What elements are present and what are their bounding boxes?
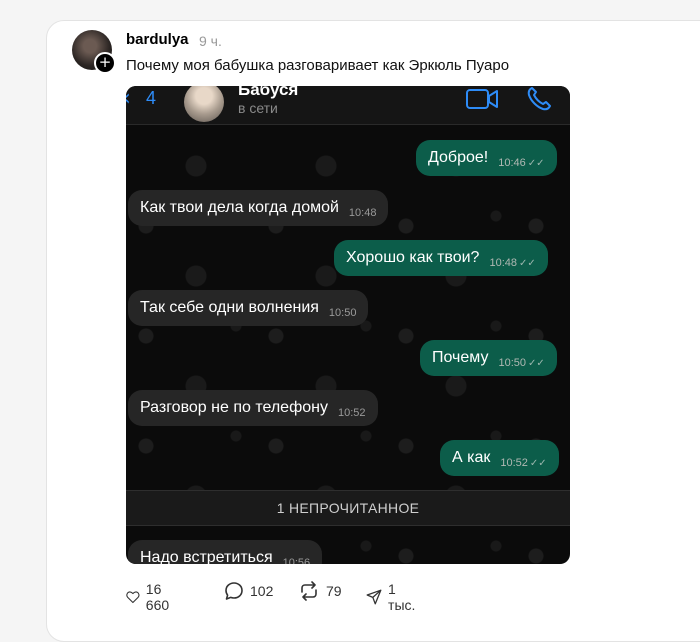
message-text: Почему xyxy=(432,349,489,366)
video-call-icon xyxy=(466,89,498,109)
message-bubble: А как 10:52 ✓✓ xyxy=(440,440,559,476)
username[interactable]: bardulya xyxy=(126,31,189,48)
read-check-icon: ✓✓ xyxy=(527,158,545,169)
contact-status: в сети xyxy=(238,100,278,116)
message-bubble: Как твои дела когда домой 10:48 xyxy=(128,190,389,226)
read-check-icon: ✓✓ xyxy=(529,458,547,469)
message-text: Доброе! xyxy=(428,149,489,166)
share-button[interactable]: 1 тыс. xyxy=(366,581,419,613)
message-text: Разговор не по телефону xyxy=(140,399,328,416)
read-check-icon: ✓✓ xyxy=(528,358,545,369)
post-time: 9 ч. xyxy=(199,33,222,49)
message-bubble: Почему 10:50 ✓✓ xyxy=(420,340,557,376)
repost-icon xyxy=(301,581,317,601)
comment-icon xyxy=(225,582,243,600)
chat-screenshot[interactable]: ‹ 4 Бабуся в сети Доброе!10:46✓✓ Как тво… xyxy=(126,86,570,564)
message-time: 10:52 xyxy=(500,457,528,469)
chat-header: ‹ 4 Бабуся в сети xyxy=(126,86,570,125)
post-text: Почему моя бабушка разговаривает как Эрк… xyxy=(126,57,510,74)
repost-count: 79 xyxy=(326,583,342,599)
like-count: 16 660 xyxy=(145,581,170,613)
message-time: 10:48 xyxy=(489,257,517,269)
contact-name: Бабуся xyxy=(238,86,299,99)
send-icon xyxy=(366,589,382,605)
message-time: 10:52 xyxy=(337,407,366,419)
message-text: Как твои дела когда домой xyxy=(140,199,339,216)
heart-icon xyxy=(126,591,140,604)
message-bubble: Надо встретиться 10:56 xyxy=(128,540,323,564)
read-check-icon: ✓✓ xyxy=(518,258,536,269)
comment-count: 102 xyxy=(250,583,274,599)
comment-button[interactable]: 102 xyxy=(224,581,273,601)
message-text: Так себе одни волнения xyxy=(140,299,319,316)
contact-avatar xyxy=(184,86,224,122)
message-bubble: Доброе! 10:46 ✓✓ xyxy=(416,140,557,176)
message-text: Надо встретиться xyxy=(140,549,273,564)
message-bubble: Так себе одни волнения 10:50 xyxy=(128,290,369,326)
phone-call-icon xyxy=(527,87,551,111)
message-bubble: Разговор не по телефону 10:52 xyxy=(128,390,378,426)
message-bubble: Хорошо как твои? 10:48 ✓✓ xyxy=(334,240,548,276)
follow-plus-icon[interactable]: + xyxy=(94,52,116,74)
message-text: А как xyxy=(452,449,491,466)
message-time: 10:46 xyxy=(498,157,526,169)
avatar[interactable]: + xyxy=(72,30,116,74)
message-time: 10:50 xyxy=(328,307,357,319)
unread-divider: 1 НЕПРОЧИТАННОЕ xyxy=(126,490,570,526)
repost-button[interactable]: 79 xyxy=(298,581,342,601)
back-count: 4 xyxy=(146,88,157,108)
like-button[interactable]: 16 660 xyxy=(126,581,175,613)
share-count: 1 тыс. xyxy=(388,581,416,613)
message-time: 10:56 xyxy=(282,557,311,564)
back-chevron-icon: ‹ xyxy=(126,86,131,111)
message-time: 10:48 xyxy=(348,207,377,219)
message-text: Хорошо как твои? xyxy=(346,249,480,266)
message-time: 10:50 xyxy=(498,357,526,369)
